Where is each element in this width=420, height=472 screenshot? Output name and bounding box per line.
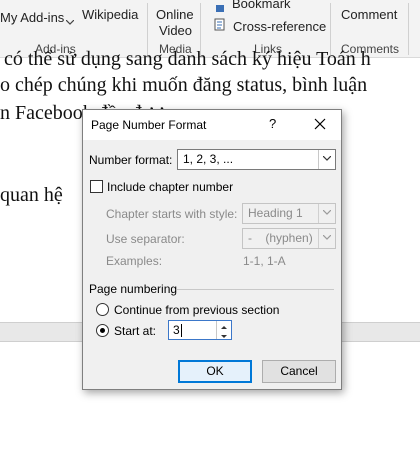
dialog-titlebar[interactable]: Page Number Format ? <box>83 110 341 140</box>
start-at-value[interactable]: 3 <box>173 323 180 337</box>
page-numbering-heading: Page numbering <box>89 282 178 296</box>
chevron-down-icon <box>323 235 331 240</box>
cross-reference-button[interactable]: Cross-reference <box>233 19 326 34</box>
examples-value: 1-1, 1-A <box>243 254 286 268</box>
dropdown-button[interactable] <box>318 229 335 248</box>
separator-select[interactable]: - (hyphen) <box>242 228 336 249</box>
spin-down-icon[interactable] <box>217 330 231 339</box>
include-chapter-label[interactable]: Include chapter number <box>107 180 233 194</box>
help-button[interactable]: ? <box>269 116 276 131</box>
spin-up-icon[interactable] <box>217 321 231 330</box>
include-chapter-checkbox[interactable] <box>90 180 103 193</box>
online-video-label-line2[interactable]: Video <box>159 23 192 38</box>
continue-radio[interactable] <box>96 303 109 316</box>
wikipedia-button[interactable]: Wikipedia <box>82 7 138 22</box>
continue-label[interactable]: Continue from previous section <box>114 303 279 317</box>
chapter-style-value: Heading 1 <box>248 206 303 220</box>
document-text-line: o chép chúng khi muốn đăng status, bình … <box>0 74 368 96</box>
comment-button[interactable]: Comment <box>341 7 397 22</box>
start-at-label[interactable]: Start at: <box>114 324 156 338</box>
number-format-label: Number format: <box>89 153 173 167</box>
dropdown-button[interactable] <box>318 204 335 223</box>
online-video-label-line1[interactable]: Online <box>156 7 194 22</box>
bookmark-icon <box>215 0 225 18</box>
my-addins-button[interactable]: My Add-ins <box>0 10 64 25</box>
section-divider <box>177 289 334 290</box>
start-at-spinner[interactable]: 3 <box>168 320 232 340</box>
close-icon[interactable] <box>309 113 331 135</box>
chevron-down-icon <box>323 210 331 215</box>
text-caret <box>181 324 182 337</box>
document-text-line: có thể sử dụng sang danh sách ký hiệu To… <box>4 48 371 70</box>
chapter-style-select[interactable]: Heading 1 <box>242 203 336 224</box>
dialog-title: Page Number Format <box>91 118 207 132</box>
cancel-button[interactable]: Cancel <box>262 360 336 383</box>
number-format-select[interactable]: 1, 2, 3, ... <box>177 149 336 170</box>
radio-selected-dot <box>100 328 105 333</box>
dropdown-arrow-icon[interactable] <box>65 13 75 31</box>
chapter-style-label: Chapter starts with style: <box>106 207 238 221</box>
start-at-radio[interactable] <box>96 324 109 337</box>
spinner-buttons[interactable] <box>216 321 231 339</box>
ok-button[interactable]: OK <box>178 360 252 383</box>
document-text-line: quan hệ <box>0 184 63 206</box>
bookmark-button[interactable]: Bookmark <box>232 0 291 11</box>
examples-label: Examples: <box>106 254 163 268</box>
dropdown-button[interactable] <box>318 150 335 169</box>
cross-reference-icon <box>214 18 228 37</box>
ribbon-separator <box>408 3 409 55</box>
separator-label: Use separator: <box>106 232 185 246</box>
page-number-format-dialog: Page Number Format ? Number format: 1, 2… <box>82 109 342 390</box>
chevron-down-icon <box>323 156 331 161</box>
number-format-value: 1, 2, 3, ... <box>183 152 234 166</box>
separator-value: - (hyphen) <box>248 231 313 245</box>
